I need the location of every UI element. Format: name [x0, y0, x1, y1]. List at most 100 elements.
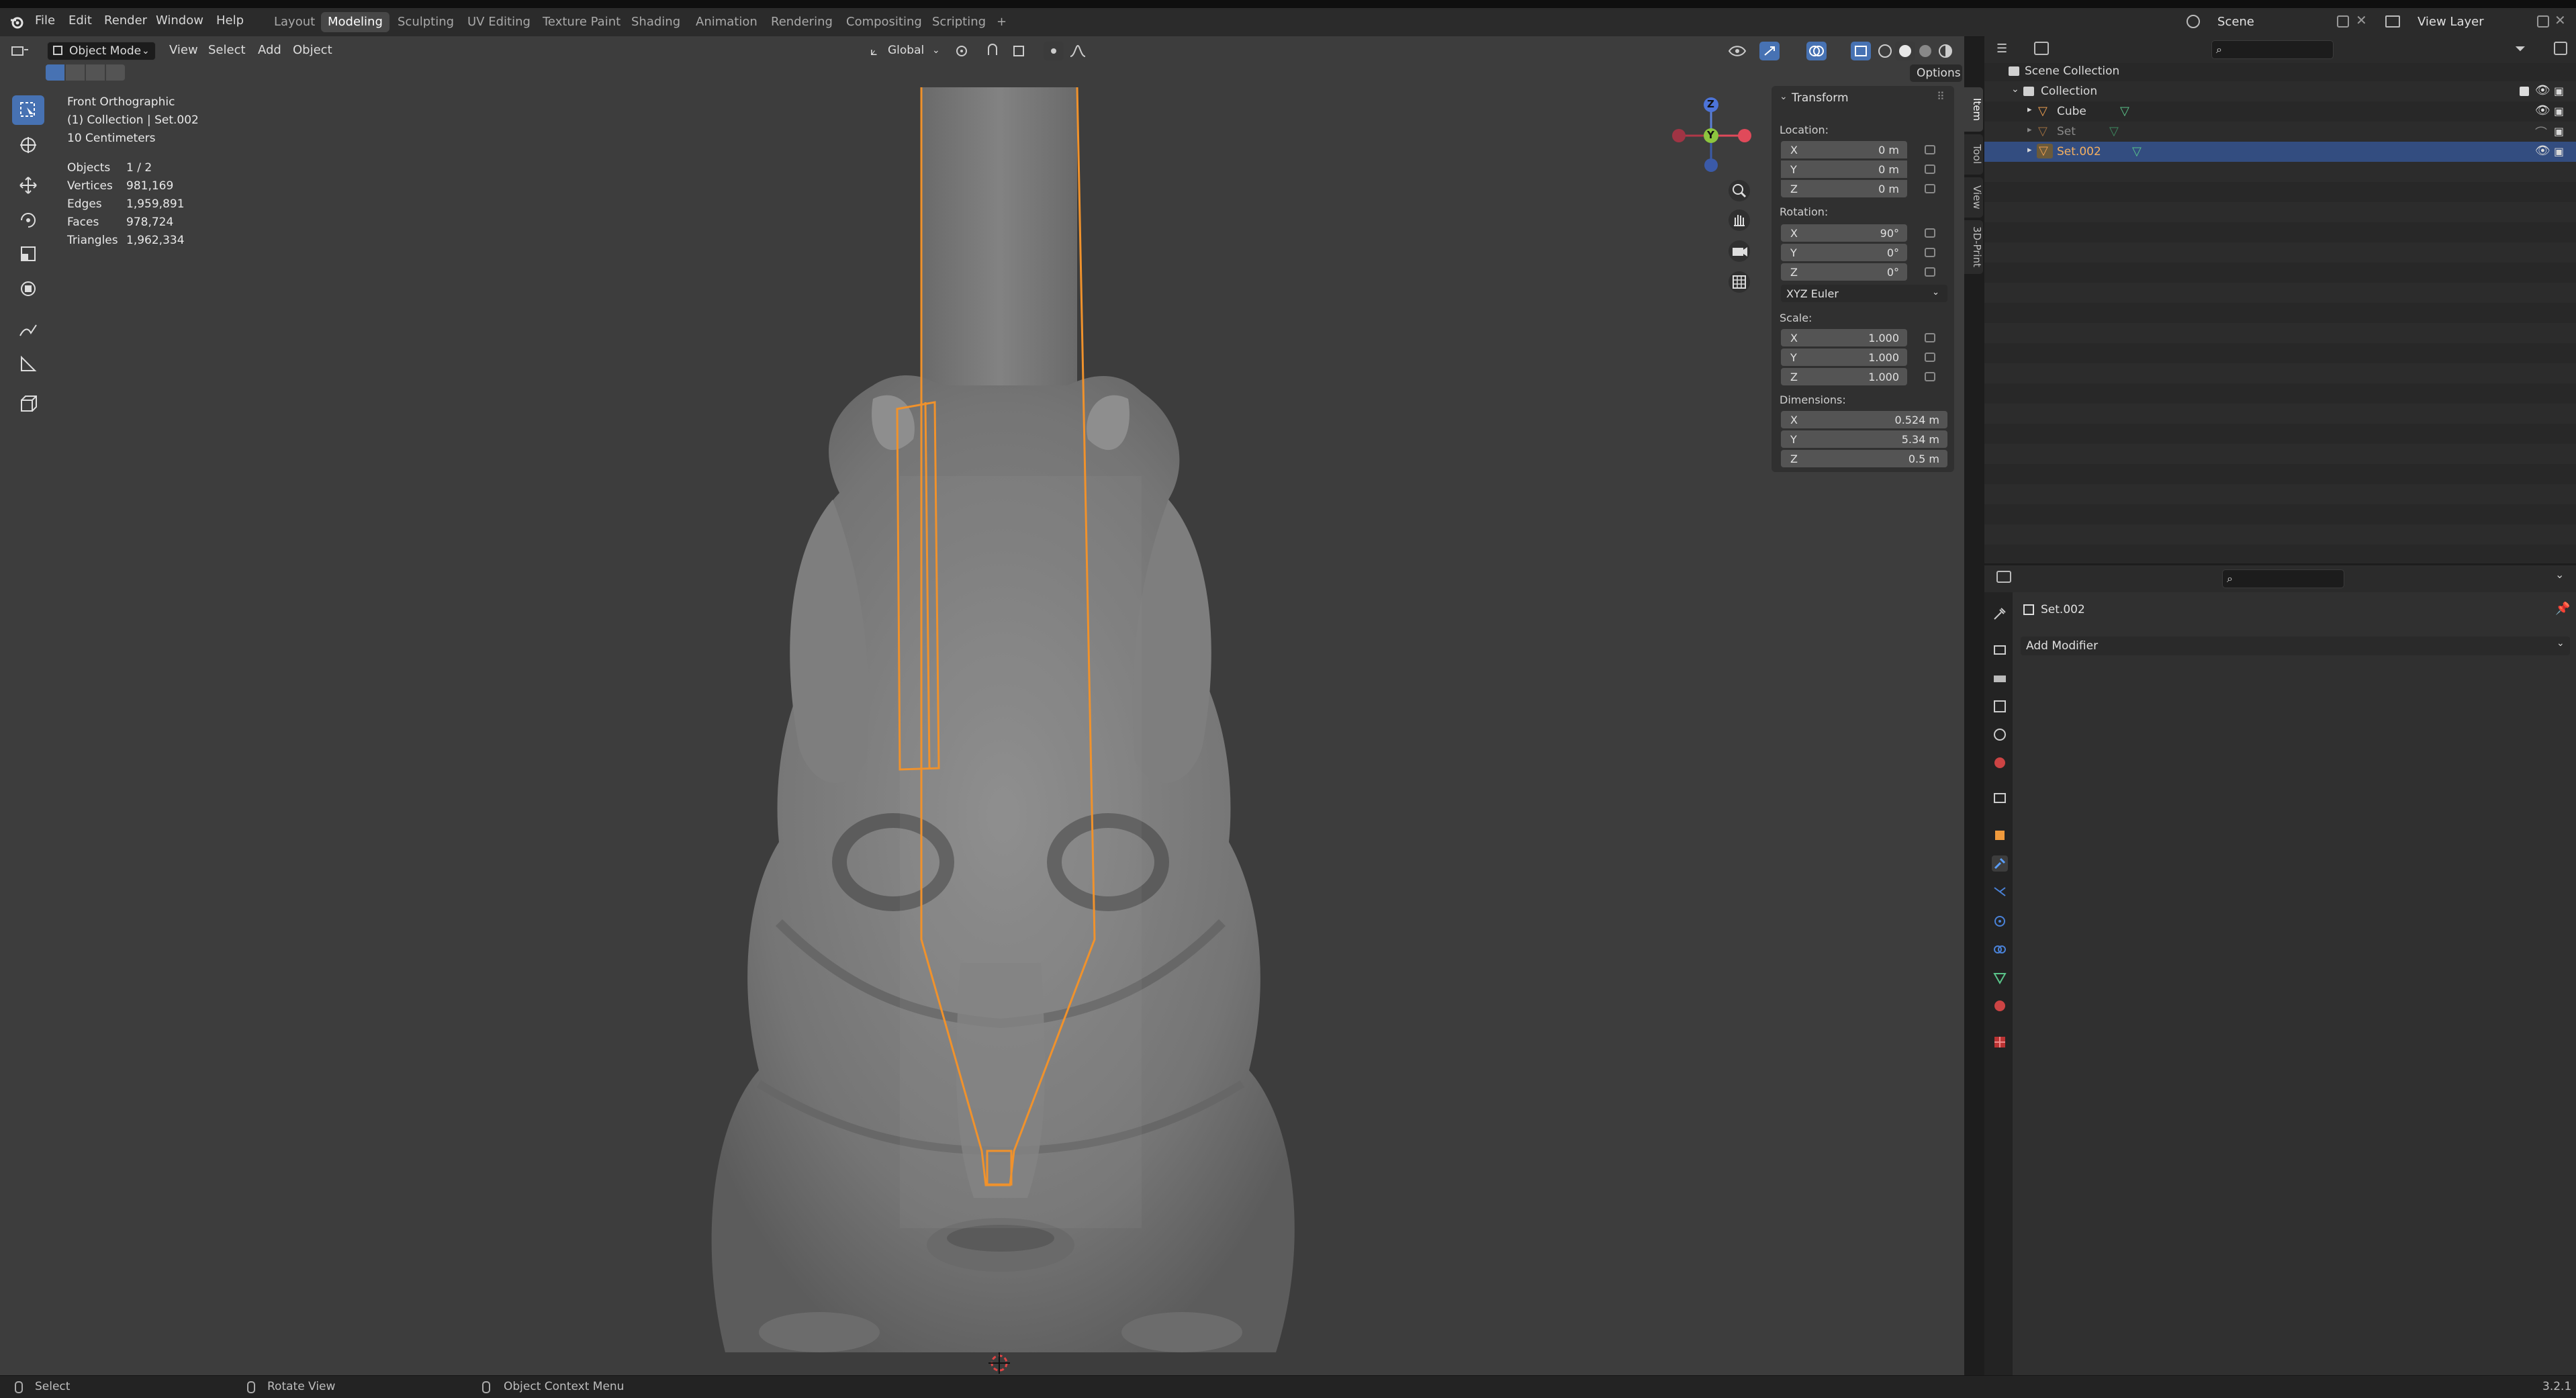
outliner-object-cube[interactable]: ▸ ▽ Cube ▽ 👁 ▣ [1984, 101, 2576, 122]
rotation-z-field[interactable]: Z 0° [1781, 263, 1907, 281]
viewport-menu-view[interactable]: View [169, 43, 198, 57]
lock-icon[interactable] [1925, 184, 1935, 193]
constraints-properties-icon[interactable] [1992, 941, 2008, 958]
new-collection-icon[interactable] [2554, 42, 2567, 55]
viewport-menu-select[interactable]: Select [208, 43, 246, 57]
tool-settings-icon[interactable] [1992, 606, 2008, 622]
material-properties-icon[interactable] [1992, 998, 2008, 1014]
lock-icon[interactable] [1925, 228, 1935, 238]
navigation-gizmo[interactable]: Z Y [1665, 94, 1753, 181]
menu-help[interactable]: Help [216, 13, 244, 28]
rotation-y-field[interactable]: Y 0° [1781, 244, 1907, 261]
outliner-editor-icon[interactable]: ☰ [1996, 42, 2007, 56]
menu-edit[interactable]: Edit [68, 13, 92, 28]
camera-icon[interactable]: ▣ [2554, 145, 2564, 158]
pin-icon[interactable]: 📌 [2555, 602, 2570, 616]
rotation-x-field[interactable]: X 90° [1781, 224, 1907, 242]
properties-editor[interactable]: ⌕ ⌄ Set.002 📌 Add Modifier ⌄ [1984, 565, 2576, 1375]
proportional-editing-icon[interactable] [1044, 42, 1064, 60]
expand-arrow-icon[interactable]: ▸ [2027, 125, 2032, 135]
particles-properties-icon[interactable] [1992, 884, 2008, 900]
sidebar-tab-item[interactable]: Item [1964, 87, 1983, 132]
world-properties-icon[interactable] [1992, 755, 2008, 771]
scale-z-field[interactable]: Z 1.000 [1781, 368, 1907, 385]
snap-icon[interactable] [984, 42, 1005, 60]
tab-sculpting[interactable]: Sculpting [391, 12, 461, 32]
annotate-tool-icon[interactable] [12, 316, 44, 345]
new-scene-icon[interactable] [2337, 15, 2349, 28]
add-cube-tool-icon[interactable] [12, 389, 44, 419]
outliner-search-input[interactable]: ⌕ [2211, 40, 2334, 59]
pan-hand-icon[interactable] [1729, 209, 1750, 231]
tab-uv-editing[interactable]: UV Editing [461, 12, 537, 32]
measure-tool-icon[interactable] [12, 349, 44, 379]
tab-shading[interactable]: Shading [625, 12, 687, 32]
wireframe-shading-icon[interactable] [1875, 42, 1895, 60]
camera-icon[interactable]: ▣ [2554, 125, 2564, 138]
lock-icon[interactable] [1925, 248, 1935, 257]
editor-type-icon[interactable] [9, 42, 30, 60]
overlays-toggle-icon[interactable] [1806, 42, 1827, 60]
output-properties-icon[interactable] [1992, 670, 2008, 686]
view-layer-selector[interactable]: View Layer ✕ [2383, 12, 2571, 32]
new-view-layer-icon[interactable] [2537, 15, 2549, 28]
cursor-tool-icon[interactable] [12, 130, 44, 160]
expand-arrow-icon[interactable]: ▸ [2027, 105, 2032, 115]
properties-search-input[interactable]: ⌕ [2222, 569, 2344, 588]
eye-icon[interactable]: 👁 [2535, 103, 2550, 118]
location-x-field[interactable]: X 0 m [1781, 141, 1907, 158]
view-layer-properties-icon[interactable] [1992, 698, 2008, 714]
sidebar-tab-tool[interactable]: Tool [1964, 134, 1983, 175]
texture-properties-icon[interactable] [1992, 1034, 2008, 1050]
sidebar-tab-view[interactable]: View [1964, 177, 1983, 218]
rotate-tool-icon[interactable] [12, 205, 44, 235]
select-extend-icon[interactable] [66, 64, 85, 81]
snap-target-icon[interactable] [1010, 42, 1030, 60]
viewport-menu-add[interactable]: Add [258, 43, 281, 57]
camera-view-icon[interactable] [1729, 240, 1750, 262]
tab-compositing[interactable]: Compositing [839, 12, 929, 32]
3d-viewport[interactable] [0, 36, 1964, 1375]
outliner-object-set[interactable]: ▸ ▽ Set ▽ ⌒ ▣ [1984, 122, 2576, 142]
lock-icon[interactable] [1925, 145, 1935, 154]
material-shading-icon[interactable] [1915, 42, 1935, 60]
dimensions-x-field[interactable]: X 0.524 m [1781, 411, 1947, 428]
falloff-icon[interactable] [1068, 42, 1088, 60]
outliner[interactable]: ☰ ⌕ ⏷ Scene Collection ⌄ Collection 👁 ▣ … [1984, 36, 2576, 563]
select-intersect-icon[interactable] [106, 64, 125, 81]
zoom-icon[interactable] [1729, 180, 1750, 201]
outliner-scene-collection[interactable]: Scene Collection [1984, 61, 2576, 81]
menu-window[interactable]: Window [156, 13, 203, 28]
tab-scripting[interactable]: Scripting [925, 12, 993, 32]
select-new-icon[interactable] [46, 64, 64, 81]
viewport-menu-object[interactable]: Object [293, 43, 332, 57]
expand-arrow-icon[interactable]: ⌄ [2011, 84, 2019, 95]
eye-icon[interactable]: 👁 [2535, 144, 2550, 158]
object-visibility-icon[interactable] [1727, 42, 1747, 60]
data-properties-icon[interactable] [1992, 970, 2008, 986]
location-y-field[interactable]: Y 0 m [1781, 160, 1907, 178]
dimensions-z-field[interactable]: Z 0.5 m [1781, 450, 1947, 467]
transform-panel-title[interactable]: Transform [1792, 91, 1849, 105]
delete-scene-icon[interactable]: ✕ [2356, 12, 2367, 28]
tab-texture-paint[interactable]: Texture Paint [536, 12, 627, 32]
solid-shading-icon[interactable] [1895, 42, 1915, 60]
rotation-mode-dropdown[interactable]: XYZ Euler ⌄ [1781, 285, 1947, 302]
dimensions-y-field[interactable]: Y 5.34 m [1781, 430, 1947, 448]
outliner-object-set-002[interactable]: ▸ ▽ Set.002 ▽ 👁 ▣ [1984, 142, 2576, 162]
lock-icon[interactable] [1925, 333, 1935, 342]
render-properties-icon[interactable] [1992, 642, 2008, 658]
scale-x-field[interactable]: X 1.000 [1781, 329, 1907, 346]
eye-hidden-icon[interactable]: ⌒ [2535, 124, 2547, 141]
tab-layout[interactable]: Layout [267, 12, 322, 32]
physics-properties-icon[interactable] [1992, 913, 2008, 929]
tab-modeling[interactable]: Modeling [321, 12, 389, 32]
object-properties-icon[interactable] [1992, 827, 2008, 843]
expand-arrow-icon[interactable]: ▸ [2027, 145, 2032, 155]
delete-view-layer-icon[interactable]: ✕ [2555, 12, 2566, 28]
camera-icon[interactable]: ▣ [2554, 85, 2564, 97]
select-box-tool-icon[interactable] [12, 95, 44, 125]
outliner-collection[interactable]: ⌄ Collection 👁 ▣ [1984, 81, 2576, 101]
properties-editor-icon[interactable] [1996, 571, 2011, 583]
scene-selector[interactable]: Scene ✕ [2182, 12, 2384, 32]
